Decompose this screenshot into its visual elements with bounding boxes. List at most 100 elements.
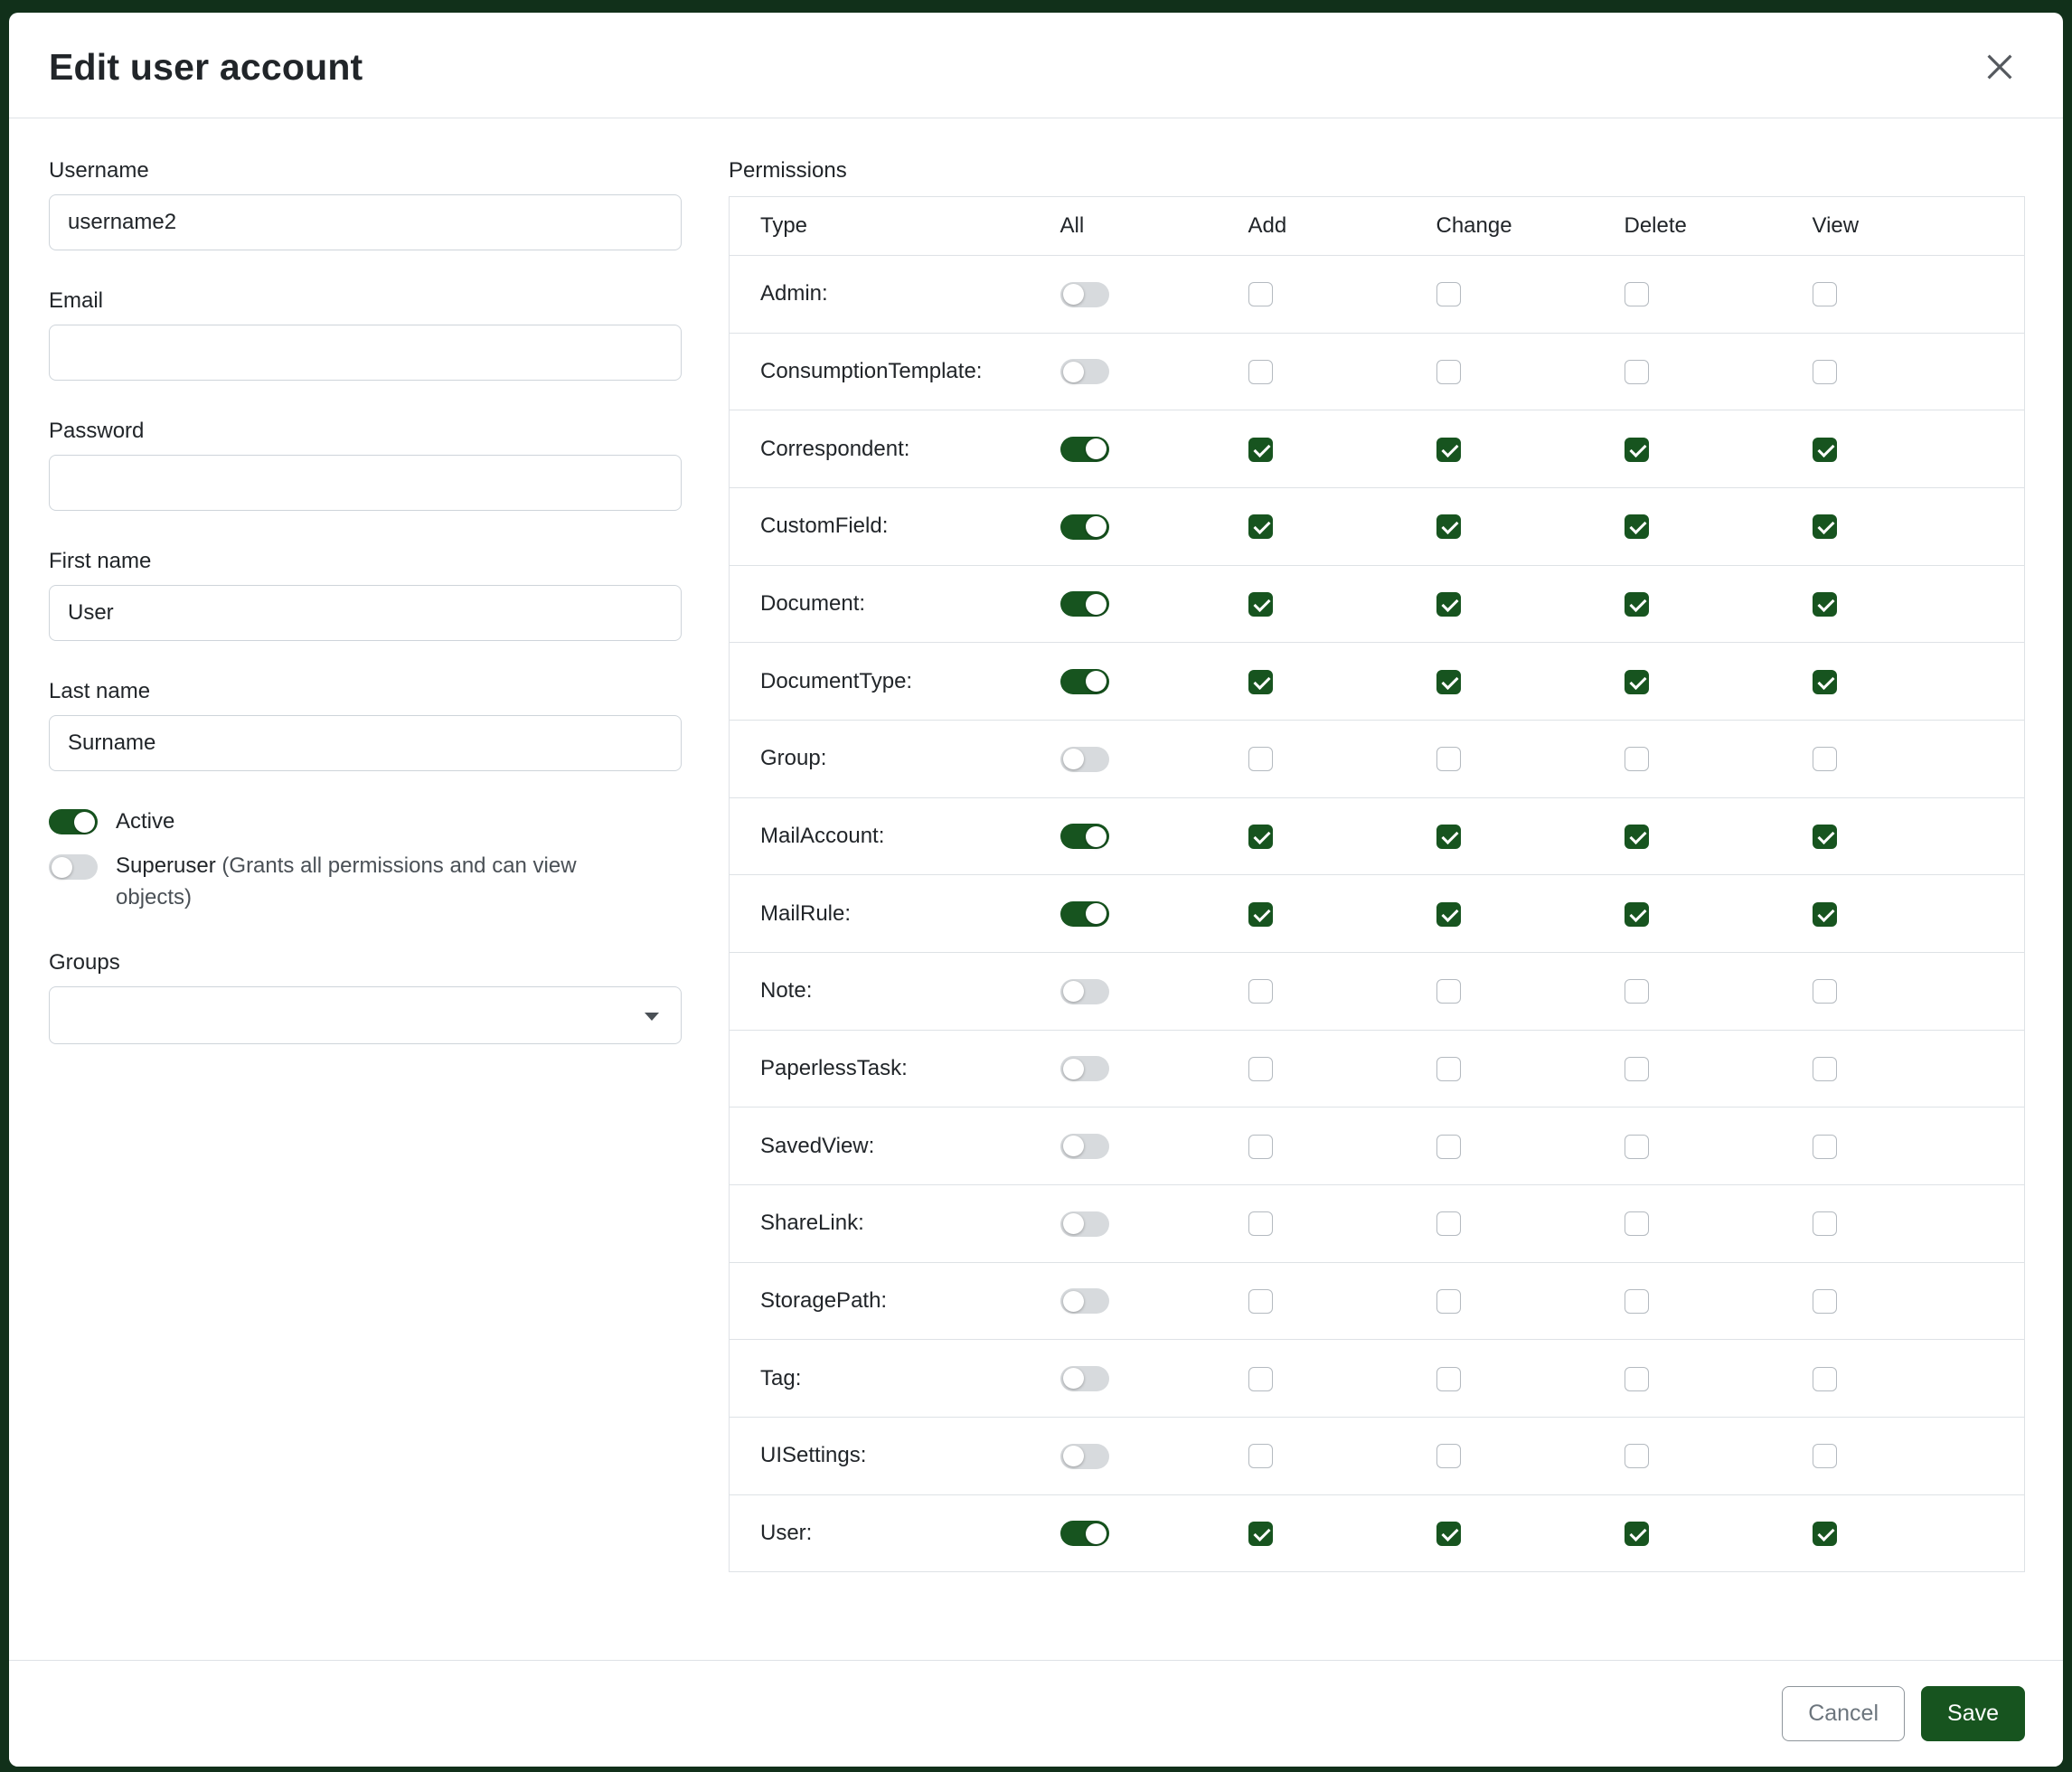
permission-delete-checkbox[interactable]: [1625, 514, 1649, 539]
permission-change-checkbox[interactable]: [1436, 438, 1461, 462]
permission-delete-checkbox[interactable]: [1625, 1211, 1649, 1236]
permission-delete-checkbox[interactable]: [1625, 1057, 1649, 1081]
first-name-field[interactable]: [49, 585, 682, 641]
permission-all-toggle[interactable]: [1060, 747, 1109, 772]
permission-change-checkbox[interactable]: [1436, 1444, 1461, 1468]
permission-add-checkbox[interactable]: [1248, 592, 1273, 617]
permission-delete-checkbox[interactable]: [1625, 825, 1649, 849]
permission-view-checkbox[interactable]: [1813, 1367, 1837, 1391]
permission-add-checkbox[interactable]: [1248, 670, 1273, 694]
permission-change-checkbox[interactable]: [1436, 747, 1461, 771]
permission-all-toggle[interactable]: [1060, 437, 1109, 462]
permission-view-checkbox[interactable]: [1813, 360, 1837, 384]
permission-change-checkbox[interactable]: [1436, 592, 1461, 617]
permission-delete-checkbox[interactable]: [1625, 670, 1649, 694]
permission-delete-checkbox[interactable]: [1625, 1289, 1649, 1314]
permission-delete-checkbox[interactable]: [1625, 747, 1649, 771]
permission-view-checkbox[interactable]: [1813, 282, 1837, 306]
permission-all-toggle[interactable]: [1060, 282, 1109, 307]
permission-delete-checkbox[interactable]: [1625, 360, 1649, 384]
permission-add-checkbox[interactable]: [1248, 1522, 1273, 1546]
permission-delete-checkbox[interactable]: [1625, 1444, 1649, 1468]
last-name-field[interactable]: [49, 715, 682, 771]
groups-select[interactable]: [49, 986, 682, 1044]
permission-add-checkbox[interactable]: [1248, 1057, 1273, 1081]
permission-view-checkbox[interactable]: [1813, 747, 1837, 771]
permission-all-toggle[interactable]: [1060, 1134, 1109, 1159]
permission-all-toggle[interactable]: [1060, 1211, 1109, 1237]
permission-all-toggle[interactable]: [1060, 359, 1109, 384]
permission-delete-checkbox[interactable]: [1625, 1135, 1649, 1159]
permission-view-checkbox[interactable]: [1813, 825, 1837, 849]
permission-add-checkbox[interactable]: [1248, 1367, 1273, 1391]
permission-view-checkbox[interactable]: [1813, 592, 1837, 617]
password-field[interactable]: [49, 455, 682, 511]
permission-add-checkbox[interactable]: [1248, 282, 1273, 306]
permission-all-toggle[interactable]: [1060, 1521, 1109, 1546]
permission-all-toggle[interactable]: [1060, 1366, 1109, 1391]
permission-view-checkbox[interactable]: [1813, 979, 1837, 1004]
permission-add-checkbox[interactable]: [1248, 825, 1273, 849]
permission-view-checkbox[interactable]: [1813, 1135, 1837, 1159]
permission-delete-checkbox[interactable]: [1625, 282, 1649, 306]
permission-all-toggle[interactable]: [1060, 669, 1109, 694]
permissions-label: Permissions: [729, 158, 2025, 184]
permission-all-toggle[interactable]: [1060, 514, 1109, 540]
permission-view-checkbox[interactable]: [1813, 1057, 1837, 1081]
permission-view-checkbox[interactable]: [1813, 902, 1837, 927]
permission-delete-checkbox[interactable]: [1625, 592, 1649, 617]
permission-change-checkbox[interactable]: [1436, 1289, 1461, 1314]
permission-change-checkbox[interactable]: [1436, 1057, 1461, 1081]
permission-add-checkbox[interactable]: [1248, 979, 1273, 1004]
permission-view-checkbox[interactable]: [1813, 438, 1837, 462]
permission-view-checkbox[interactable]: [1813, 1444, 1837, 1468]
permission-change-checkbox[interactable]: [1436, 1135, 1461, 1159]
permission-all-toggle[interactable]: [1060, 1444, 1109, 1469]
username-input[interactable]: [49, 194, 682, 250]
close-icon[interactable]: [1976, 43, 2023, 90]
permission-add-checkbox[interactable]: [1248, 1444, 1273, 1468]
permission-change-checkbox[interactable]: [1436, 979, 1461, 1004]
permission-add-checkbox[interactable]: [1248, 514, 1273, 539]
groups-label: Groups: [49, 950, 682, 976]
permission-all-toggle[interactable]: [1060, 824, 1109, 849]
permission-delete-checkbox[interactable]: [1625, 438, 1649, 462]
permission-change-checkbox[interactable]: [1436, 514, 1461, 539]
permission-change-checkbox[interactable]: [1436, 1522, 1461, 1546]
permission-view-checkbox[interactable]: [1813, 514, 1837, 539]
permission-change-checkbox[interactable]: [1436, 282, 1461, 306]
permission-add-checkbox[interactable]: [1248, 747, 1273, 771]
superuser-toggle[interactable]: [49, 854, 98, 880]
permission-view-checkbox[interactable]: [1813, 670, 1837, 694]
permission-view-checkbox[interactable]: [1813, 1289, 1837, 1314]
permission-add-checkbox[interactable]: [1248, 1289, 1273, 1314]
permission-all-toggle[interactable]: [1060, 979, 1109, 1004]
permission-change-checkbox[interactable]: [1436, 1211, 1461, 1236]
active-toggle[interactable]: [49, 809, 98, 834]
permission-delete-checkbox[interactable]: [1625, 1367, 1649, 1391]
permission-add-checkbox[interactable]: [1248, 360, 1273, 384]
permission-change-checkbox[interactable]: [1436, 670, 1461, 694]
permission-add-checkbox[interactable]: [1248, 438, 1273, 462]
permission-add-checkbox[interactable]: [1248, 902, 1273, 927]
permission-delete-checkbox[interactable]: [1625, 979, 1649, 1004]
permission-all-toggle[interactable]: [1060, 591, 1109, 617]
cancel-button[interactable]: Cancel: [1782, 1686, 1905, 1741]
permission-change-checkbox[interactable]: [1436, 902, 1461, 927]
permission-add-checkbox[interactable]: [1248, 1211, 1273, 1236]
save-button[interactable]: Save: [1921, 1686, 2025, 1741]
permission-delete-checkbox[interactable]: [1625, 902, 1649, 927]
permission-view-checkbox[interactable]: [1813, 1522, 1837, 1546]
permission-add-checkbox[interactable]: [1248, 1135, 1273, 1159]
toggle-knob: [1063, 981, 1084, 1002]
email-field[interactable]: [49, 325, 682, 381]
permission-delete-checkbox[interactable]: [1625, 1522, 1649, 1546]
permission-view-checkbox[interactable]: [1813, 1211, 1837, 1236]
permission-all-toggle[interactable]: [1060, 901, 1109, 927]
superuser-text: Superuser (Grants all permissions and ca…: [116, 851, 640, 914]
permission-all-toggle[interactable]: [1060, 1056, 1109, 1081]
permission-change-checkbox[interactable]: [1436, 360, 1461, 384]
permission-change-checkbox[interactable]: [1436, 825, 1461, 849]
permission-all-toggle[interactable]: [1060, 1288, 1109, 1314]
permission-change-checkbox[interactable]: [1436, 1367, 1461, 1391]
